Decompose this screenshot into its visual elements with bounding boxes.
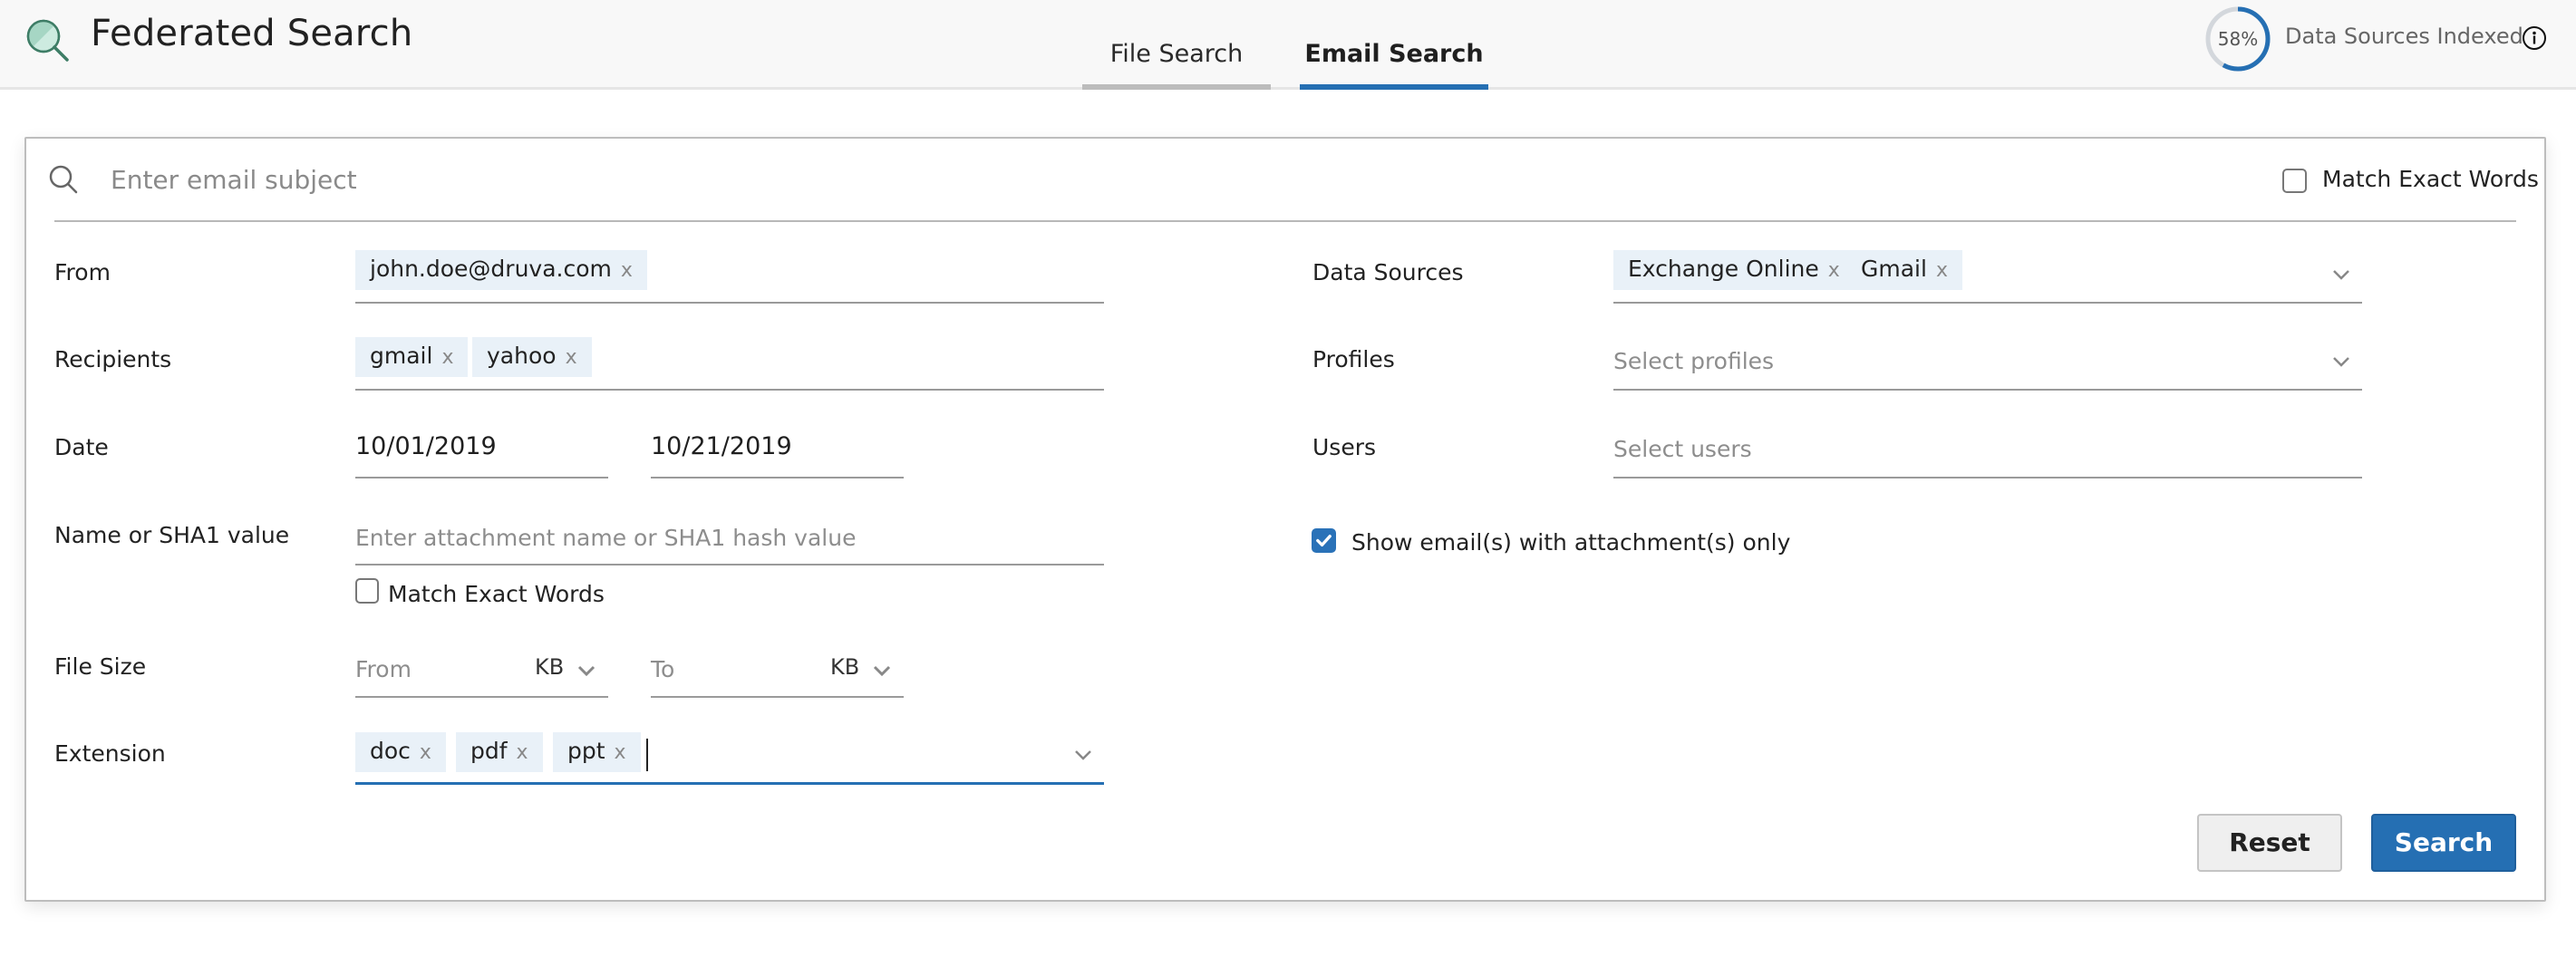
tab-label: File Search	[1109, 40, 1244, 68]
chevron-down-icon[interactable]	[576, 664, 596, 677]
file-size-from-unit[interactable]: KB	[535, 654, 564, 680]
extension-label: Extension	[54, 740, 166, 767]
subject-match-exact-label: Match Exact Words	[2322, 166, 2539, 192]
data-sources-label: Data Sources	[1312, 259, 1464, 285]
extension-chip: ppt x	[553, 732, 641, 772]
attachments-only-label: Show email(s) with attachment(s) only	[1351, 529, 1791, 556]
tab-label: Email Search	[1304, 40, 1484, 68]
date-end-value[interactable]: 10/21/2019	[651, 432, 792, 460]
date-start-value[interactable]: 10/01/2019	[355, 432, 497, 460]
chip-remove-icon[interactable]: x	[420, 741, 431, 764]
tab-email-search[interactable]: Email Search	[1300, 0, 1488, 90]
indexing-percent: 58%	[2217, 28, 2259, 50]
extension-chip: pdf x	[456, 732, 543, 772]
profiles-label: Profiles	[1312, 346, 1395, 372]
chip-text: Gmail	[1861, 256, 1927, 282]
reset-button[interactable]: Reset	[2197, 814, 2342, 872]
chip-text: ppt	[567, 738, 605, 764]
chip-remove-icon[interactable]: x	[566, 346, 577, 369]
recipients-input[interactable]	[355, 389, 1104, 391]
data-sources-select[interactable]	[1613, 302, 2362, 304]
chip-text: gmail	[370, 343, 433, 369]
recipients-label: Recipients	[54, 346, 172, 372]
from-chip: john.doe@druva.com x	[355, 250, 647, 290]
name-sha1-label: Name or SHA1 value	[54, 522, 290, 548]
date-start-input[interactable]	[355, 477, 608, 478]
chevron-down-icon[interactable]	[1073, 749, 1093, 761]
file-size-to-field	[651, 696, 904, 698]
profiles-placeholder[interactable]: Select profiles	[1613, 348, 1774, 374]
profiles-select[interactable]	[1613, 389, 2362, 391]
users-label: Users	[1312, 434, 1377, 460]
app-title: Federated Search	[91, 13, 413, 54]
chevron-down-icon[interactable]	[872, 664, 892, 677]
subject-underline	[54, 220, 2516, 222]
extension-input[interactable]	[355, 782, 1104, 785]
chip-remove-icon[interactable]: x	[621, 259, 633, 282]
indexing-label: Data Sources Indexed	[2285, 24, 2523, 49]
chip-remove-icon[interactable]: x	[1828, 259, 1840, 282]
chip-text: yahoo	[487, 343, 557, 369]
data-source-chip: Gmail x	[1846, 250, 1962, 290]
chevron-down-icon[interactable]	[2331, 268, 2351, 281]
text-cursor	[646, 739, 648, 771]
recipient-chip: yahoo x	[472, 337, 592, 377]
chevron-down-icon[interactable]	[2331, 355, 2351, 368]
app-header: Federated Search File Search Email Searc…	[0, 0, 2576, 90]
email-subject-input[interactable]	[111, 160, 2223, 199]
chip-text: john.doe@druva.com	[370, 256, 612, 282]
chip-text: Exchange Online	[1628, 256, 1819, 282]
attachment-match-exact-label: Match Exact Words	[388, 581, 605, 607]
subject-match-exact-checkbox[interactable]	[2282, 169, 2307, 193]
file-size-to-unit[interactable]: KB	[830, 654, 859, 680]
attachments-only-checkbox[interactable]	[1312, 528, 1336, 553]
file-size-label: File Size	[54, 653, 147, 680]
chip-remove-icon[interactable]: x	[517, 741, 528, 764]
users-placeholder[interactable]: Select users	[1613, 436, 1752, 462]
recipient-chip: gmail x	[355, 337, 469, 377]
search-icon	[49, 165, 78, 194]
chip-remove-icon[interactable]: x	[441, 346, 453, 369]
file-size-from-field	[355, 696, 608, 698]
users-input[interactable]	[1613, 477, 2362, 478]
tab-underline-active	[1300, 84, 1488, 90]
federated-search-logo-icon	[26, 19, 69, 62]
file-size-from-input[interactable]: From	[355, 656, 412, 682]
date-label: Date	[54, 434, 109, 460]
from-label: From	[54, 259, 111, 285]
name-sha1-placeholder[interactable]: Enter attachment name or SHA1 hash value	[355, 525, 856, 551]
info-icon[interactable]	[2522, 25, 2547, 51]
file-size-to-input[interactable]: To	[651, 656, 674, 682]
data-source-chip: Exchange Online x	[1613, 250, 1855, 290]
tab-underline	[1082, 84, 1271, 90]
extension-chip: doc x	[355, 732, 446, 772]
attachment-match-exact-checkbox[interactable]	[355, 578, 379, 604]
tab-file-search[interactable]: File Search	[1082, 0, 1271, 90]
name-sha1-input[interactable]	[355, 564, 1104, 566]
chip-remove-icon[interactable]: x	[1936, 259, 1948, 282]
chip-text: pdf	[470, 738, 508, 764]
from-input[interactable]	[355, 302, 1104, 304]
search-button[interactable]: Search	[2371, 814, 2516, 872]
chip-remove-icon[interactable]: x	[615, 741, 626, 764]
date-end-input[interactable]	[651, 477, 904, 478]
chip-text: doc	[370, 738, 411, 764]
checkmark-icon	[1316, 535, 1332, 546]
